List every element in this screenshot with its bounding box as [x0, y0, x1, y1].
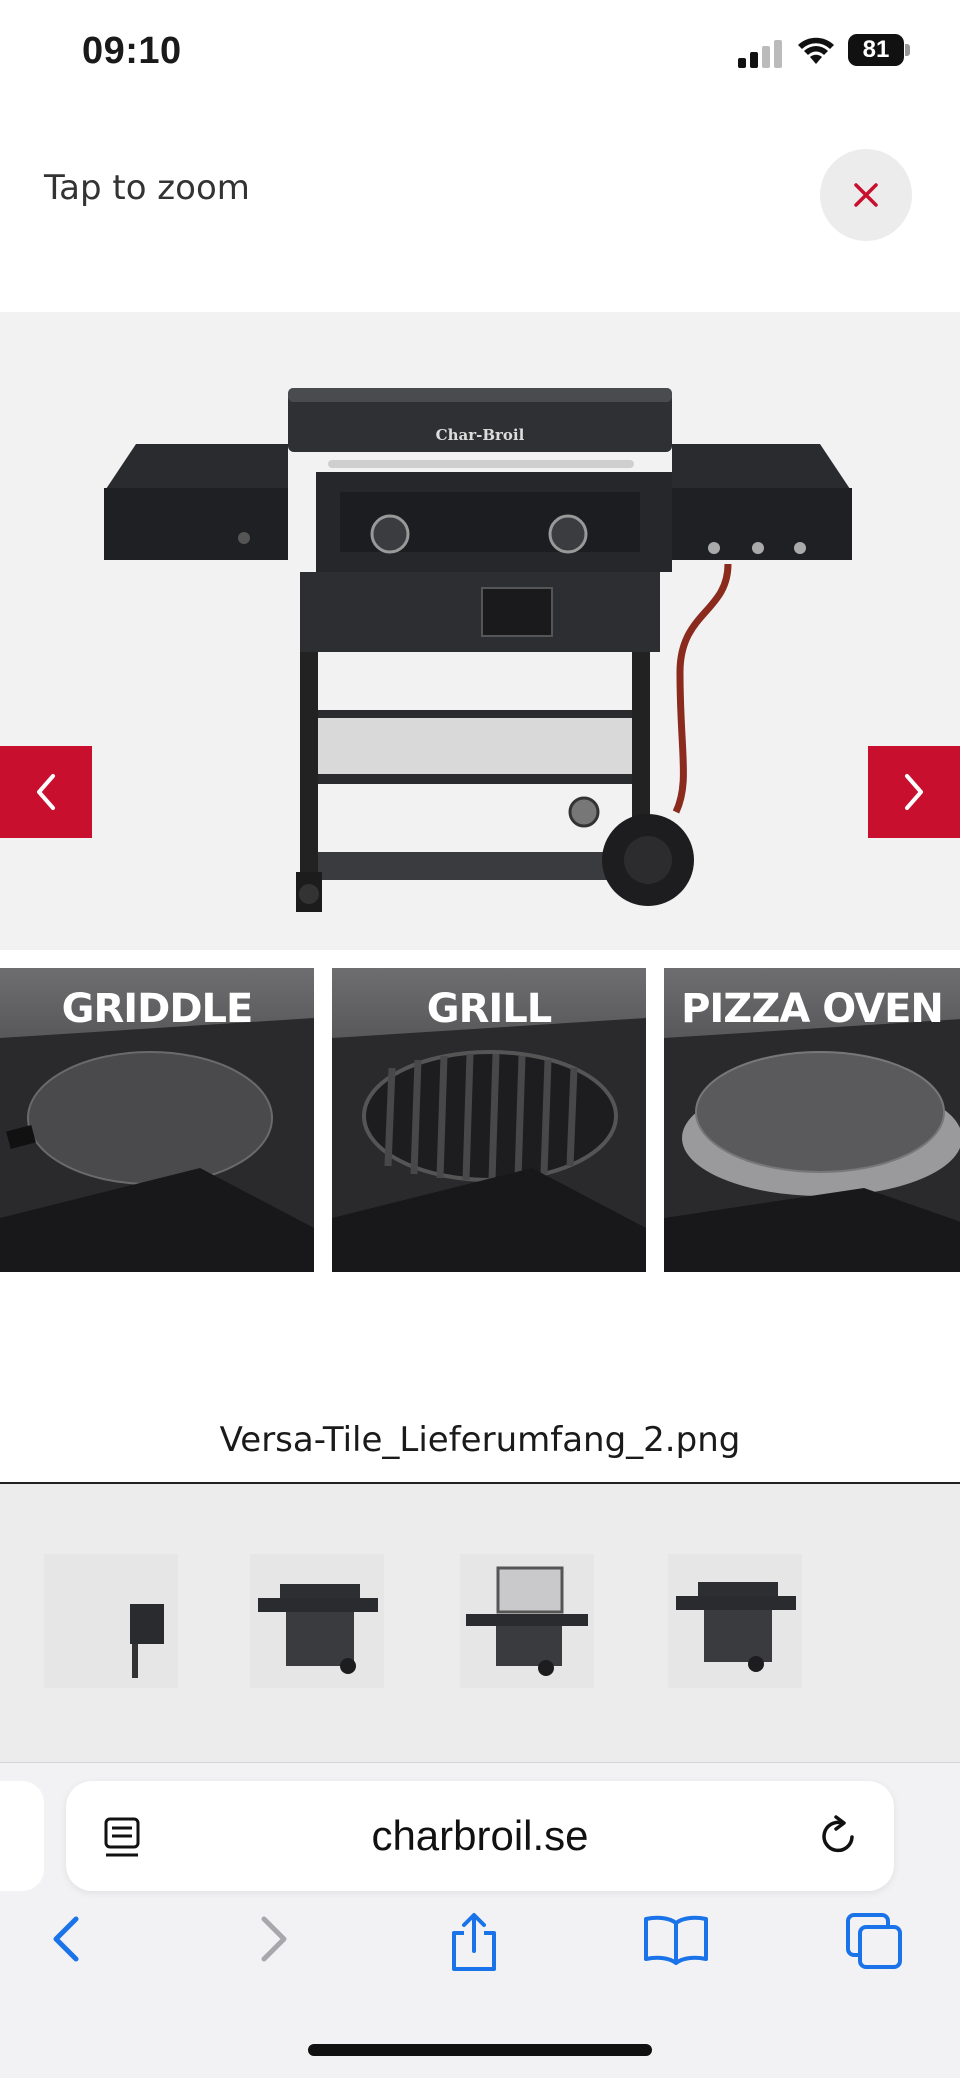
battery-icon: 81	[848, 34, 910, 66]
thumbnail-item[interactable]	[668, 1554, 802, 1688]
thumbnail-item[interactable]	[44, 1554, 178, 1688]
url-text: charbroil.se	[371, 1812, 589, 1859]
reload-icon[interactable]	[816, 1811, 862, 1861]
previous-image-button[interactable]	[0, 746, 92, 838]
thumbnail-item[interactable]	[250, 1554, 384, 1688]
bookmarks-icon[interactable]	[642, 1911, 710, 1967]
address-bar[interactable]: charbroil.se	[66, 1781, 894, 1891]
tile-label-griddle: GRIDDLE	[61, 986, 254, 1032]
chevron-right-icon	[905, 774, 923, 810]
product-image: Char-Broil	[104, 388, 852, 912]
home-indicator	[308, 2044, 652, 2056]
tile-griddle: GRIDDLE	[0, 968, 314, 1272]
status-time: 09:10	[82, 30, 182, 72]
product-image-viewer[interactable]: Char-Broil	[0, 312, 960, 950]
tile-label-pizza-oven: PIZZA OVEN	[681, 986, 944, 1032]
close-button[interactable]	[820, 149, 912, 241]
thumbnail-strip[interactable]	[0, 1484, 960, 1762]
image-filename: Versa-Tile_Lieferumfang_2.png	[219, 1420, 741, 1460]
wifi-icon	[798, 37, 834, 64]
next-image-button[interactable]	[868, 746, 960, 838]
back-icon[interactable]	[46, 1911, 86, 1967]
thumbnail-item[interactable]	[460, 1554, 594, 1688]
product-brand-logo: Char-Broil	[436, 426, 525, 444]
share-icon[interactable]	[446, 1911, 502, 1975]
previous-tab-preview[interactable]	[0, 1781, 44, 1891]
tile-label-grill: GRILL	[426, 986, 553, 1032]
tile-pizza-oven: PIZZA OVEN	[664, 968, 960, 1272]
status-bar: 09:10 81	[0, 0, 960, 110]
forward-icon[interactable]	[254, 1911, 294, 1967]
battery-level: 81	[848, 34, 904, 66]
browser-bottom-bar: charbroil.se	[0, 1762, 960, 2078]
tabs-icon[interactable]	[844, 1911, 906, 1971]
chevron-left-icon	[37, 774, 55, 810]
tap-to-zoom-hint: Tap to zoom	[44, 168, 250, 208]
close-icon	[854, 183, 878, 207]
cellular-signal-icon	[738, 40, 782, 68]
tile-grill: GRILL	[332, 968, 646, 1272]
versa-tile-panels: GRIDDLE GRILL PIZZA OVEN	[0, 968, 960, 1272]
